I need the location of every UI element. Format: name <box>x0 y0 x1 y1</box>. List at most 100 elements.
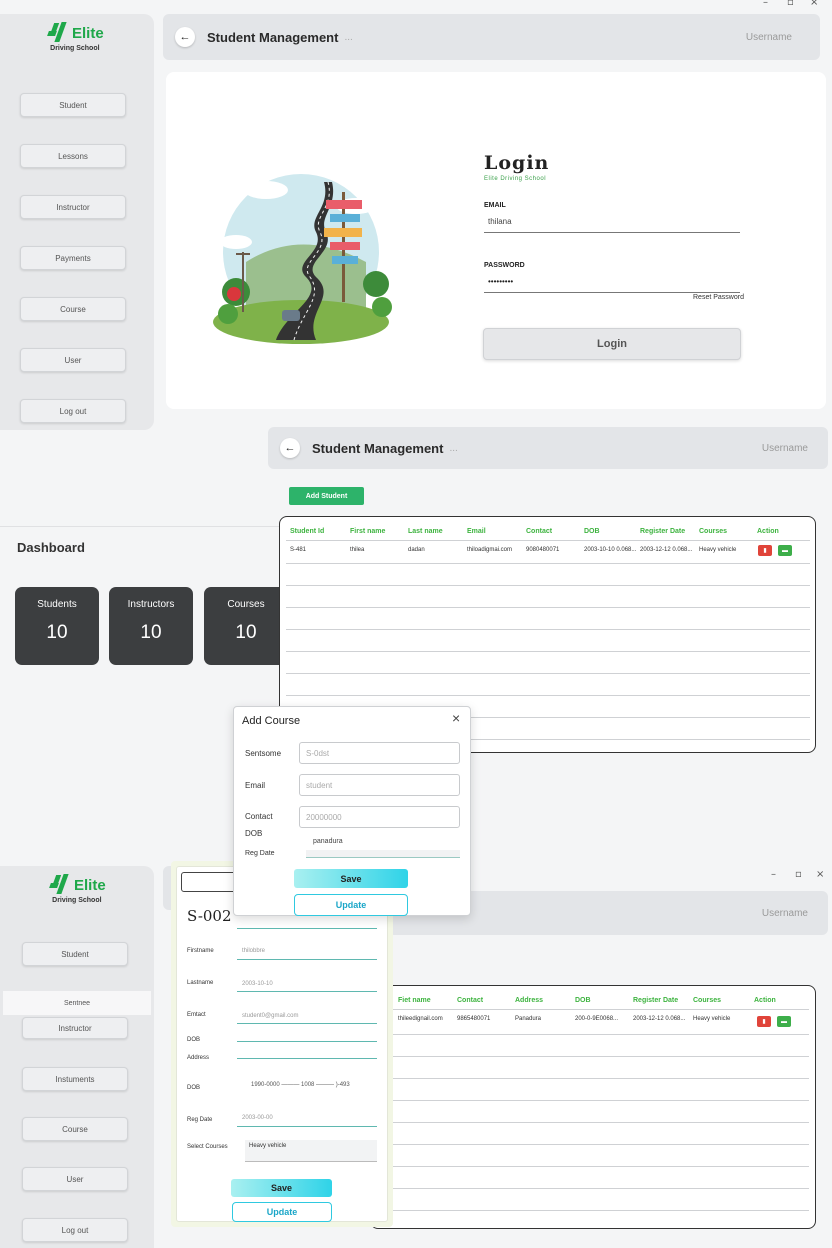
save-button[interactable]: Save <box>231 1179 332 1197</box>
save-button[interactable]: Save <box>294 869 408 888</box>
form-back-field[interactable] <box>181 872 241 892</box>
sidebar-item-student[interactable]: Student <box>22 942 128 966</box>
reg-date-field[interactable]: panadura <box>313 838 343 845</box>
sidebar-item-lessons[interactable]: Lessons <box>20 144 126 168</box>
back-arrow-icon[interactable]: ← <box>280 438 300 458</box>
table-header: First name <box>350 528 386 535</box>
header-mid: ← Student Management ... Username <box>268 427 828 469</box>
title-dots: ... <box>449 442 458 454</box>
sidebar-item-logout[interactable]: Log out <box>20 399 126 423</box>
email-underline <box>484 232 740 233</box>
table-header: Contact <box>457 997 484 1004</box>
sidebar-item-instructor[interactable]: Instructor <box>22 1017 128 1039</box>
cell-first-name: thilea <box>350 547 365 553</box>
cell-contact: 9080480071 <box>526 547 560 553</box>
road-illustration <box>213 174 392 344</box>
sidebar-item-course[interactable]: Course <box>22 1117 128 1141</box>
stat-value: 10 <box>140 622 162 643</box>
sidebar-item-instuments[interactable]: Instuments <box>22 1067 128 1091</box>
minimize-button[interactable]: – <box>771 869 776 880</box>
logo: Elite Driving School <box>48 874 106 904</box>
cell-last-name: dadan <box>408 547 425 553</box>
field-label: Sentsome <box>245 749 282 758</box>
email-label: EMAIL <box>484 202 506 209</box>
table-header: Contact <box>526 528 553 535</box>
table-header: Email <box>467 528 486 535</box>
table-header: Action <box>754 997 776 1004</box>
table-header: Student Id <box>290 528 325 535</box>
dashboard-title: Dashboard <box>17 540 85 555</box>
stat-card-courses: Courses 10 <box>204 587 288 665</box>
table-header: DOB <box>584 528 600 535</box>
table-header: Courses <box>693 997 722 1004</box>
reg-date-field[interactable]: 2003-00-00 <box>242 1115 273 1121</box>
lastname-label: Lastname <box>187 980 214 986</box>
address-field[interactable] <box>237 1058 377 1059</box>
back-arrow-icon[interactable]: ← <box>175 27 195 47</box>
title-dots: ... <box>344 31 353 43</box>
password-label: PASSWORD <box>484 262 525 269</box>
add-student-button[interactable]: Add Student <box>289 487 364 505</box>
password-field[interactable]: ••••••••• <box>488 277 513 286</box>
stat-value: 10 <box>46 622 68 643</box>
delete-icon[interactable]: ▮ <box>757 1016 771 1027</box>
sidebar-item-course[interactable]: Course <box>20 297 126 321</box>
lastname-field[interactable]: 2003-10-10 <box>242 981 273 987</box>
logo-subtitle: Driving School <box>50 45 100 52</box>
username-label[interactable]: Username <box>746 32 792 43</box>
sidebar-item-logout[interactable]: Log out <box>22 1218 128 1242</box>
stat-label: Instructors <box>127 599 175 610</box>
firstname-field[interactable]: thilobbre <box>242 948 265 954</box>
contact-field[interactable]: student0@gmail.com <box>242 1013 298 1019</box>
cell-courses: Heavy vehicle <box>699 547 737 553</box>
close-button[interactable]: × <box>810 0 818 8</box>
login-subtitle: Elite Driving School <box>484 176 547 182</box>
close-button[interactable]: × <box>816 869 824 880</box>
select-courses-dropdown[interactable]: Heavy vehicle <box>245 1140 377 1162</box>
sidebar-item-user[interactable]: User <box>20 348 126 372</box>
stat-label: Courses <box>227 599 265 610</box>
login-card: Login Elite Driving School EMAIL thilana… <box>166 72 826 409</box>
header-top: ← Student Management ... Username <box>163 14 820 60</box>
cell-student-id: S-481 <box>290 547 307 553</box>
cell-contact: 9865480071 <box>457 1016 491 1022</box>
dob-picker[interactable]: 1990-0000 ——— 1008 ——— )-493 <box>251 1082 350 1088</box>
email-input[interactable]: student <box>299 774 460 796</box>
table-header: Register Date <box>633 997 679 1004</box>
minimize-button[interactable]: – <box>763 0 768 8</box>
edit-icon[interactable]: ▬ <box>777 1016 791 1027</box>
cell-first-name: thileedignail.com <box>398 1016 443 1022</box>
cell-email: thiloadigmai.com <box>467 547 513 553</box>
sidebar-item-active[interactable]: Sentnee <box>3 991 151 1015</box>
sidebar-item-instructor[interactable]: Instructor <box>20 195 126 219</box>
table-header: Action <box>757 528 779 535</box>
login-button[interactable]: Login <box>483 328 741 360</box>
logo-mark-icon <box>48 874 70 896</box>
close-icon[interactable]: × <box>452 710 460 726</box>
update-button[interactable]: Update <box>294 894 408 916</box>
cell-dob: 200-0-9E0068... <box>575 1016 619 1022</box>
dob-label: DOB <box>245 829 263 838</box>
update-button[interactable]: Update <box>232 1202 332 1222</box>
sidebar-item-student[interactable]: Student <box>20 93 126 117</box>
name-input[interactable]: S-0dst <box>299 742 460 764</box>
table-header: Courses <box>699 528 728 535</box>
email-field[interactable]: thilana <box>488 217 512 226</box>
contact-input[interactable]: 20000000 <box>299 806 460 828</box>
logo-subtitle: Driving School <box>52 897 102 904</box>
restore-button[interactable]: ▫ <box>795 869 802 880</box>
username-label[interactable]: Username <box>762 908 808 919</box>
sidebar-item-payments[interactable]: Payments <box>20 246 126 270</box>
reset-password-link[interactable]: Reset Password <box>693 294 744 301</box>
cell-courses: Heavy vehicle <box>693 1016 731 1022</box>
stat-label: Students <box>37 599 77 610</box>
restore-button[interactable]: ▫ <box>787 0 794 8</box>
username-label[interactable]: Username <box>762 443 808 454</box>
table-header: Fiet name <box>398 997 431 1004</box>
password-underline <box>484 292 740 293</box>
dob-field[interactable] <box>237 1041 377 1042</box>
sidebar-item-user[interactable]: User <box>22 1167 128 1191</box>
delete-icon[interactable]: ▮ <box>758 545 772 556</box>
edit-icon[interactable]: ▬ <box>778 545 792 556</box>
firstname-label: Firstname <box>187 948 214 954</box>
